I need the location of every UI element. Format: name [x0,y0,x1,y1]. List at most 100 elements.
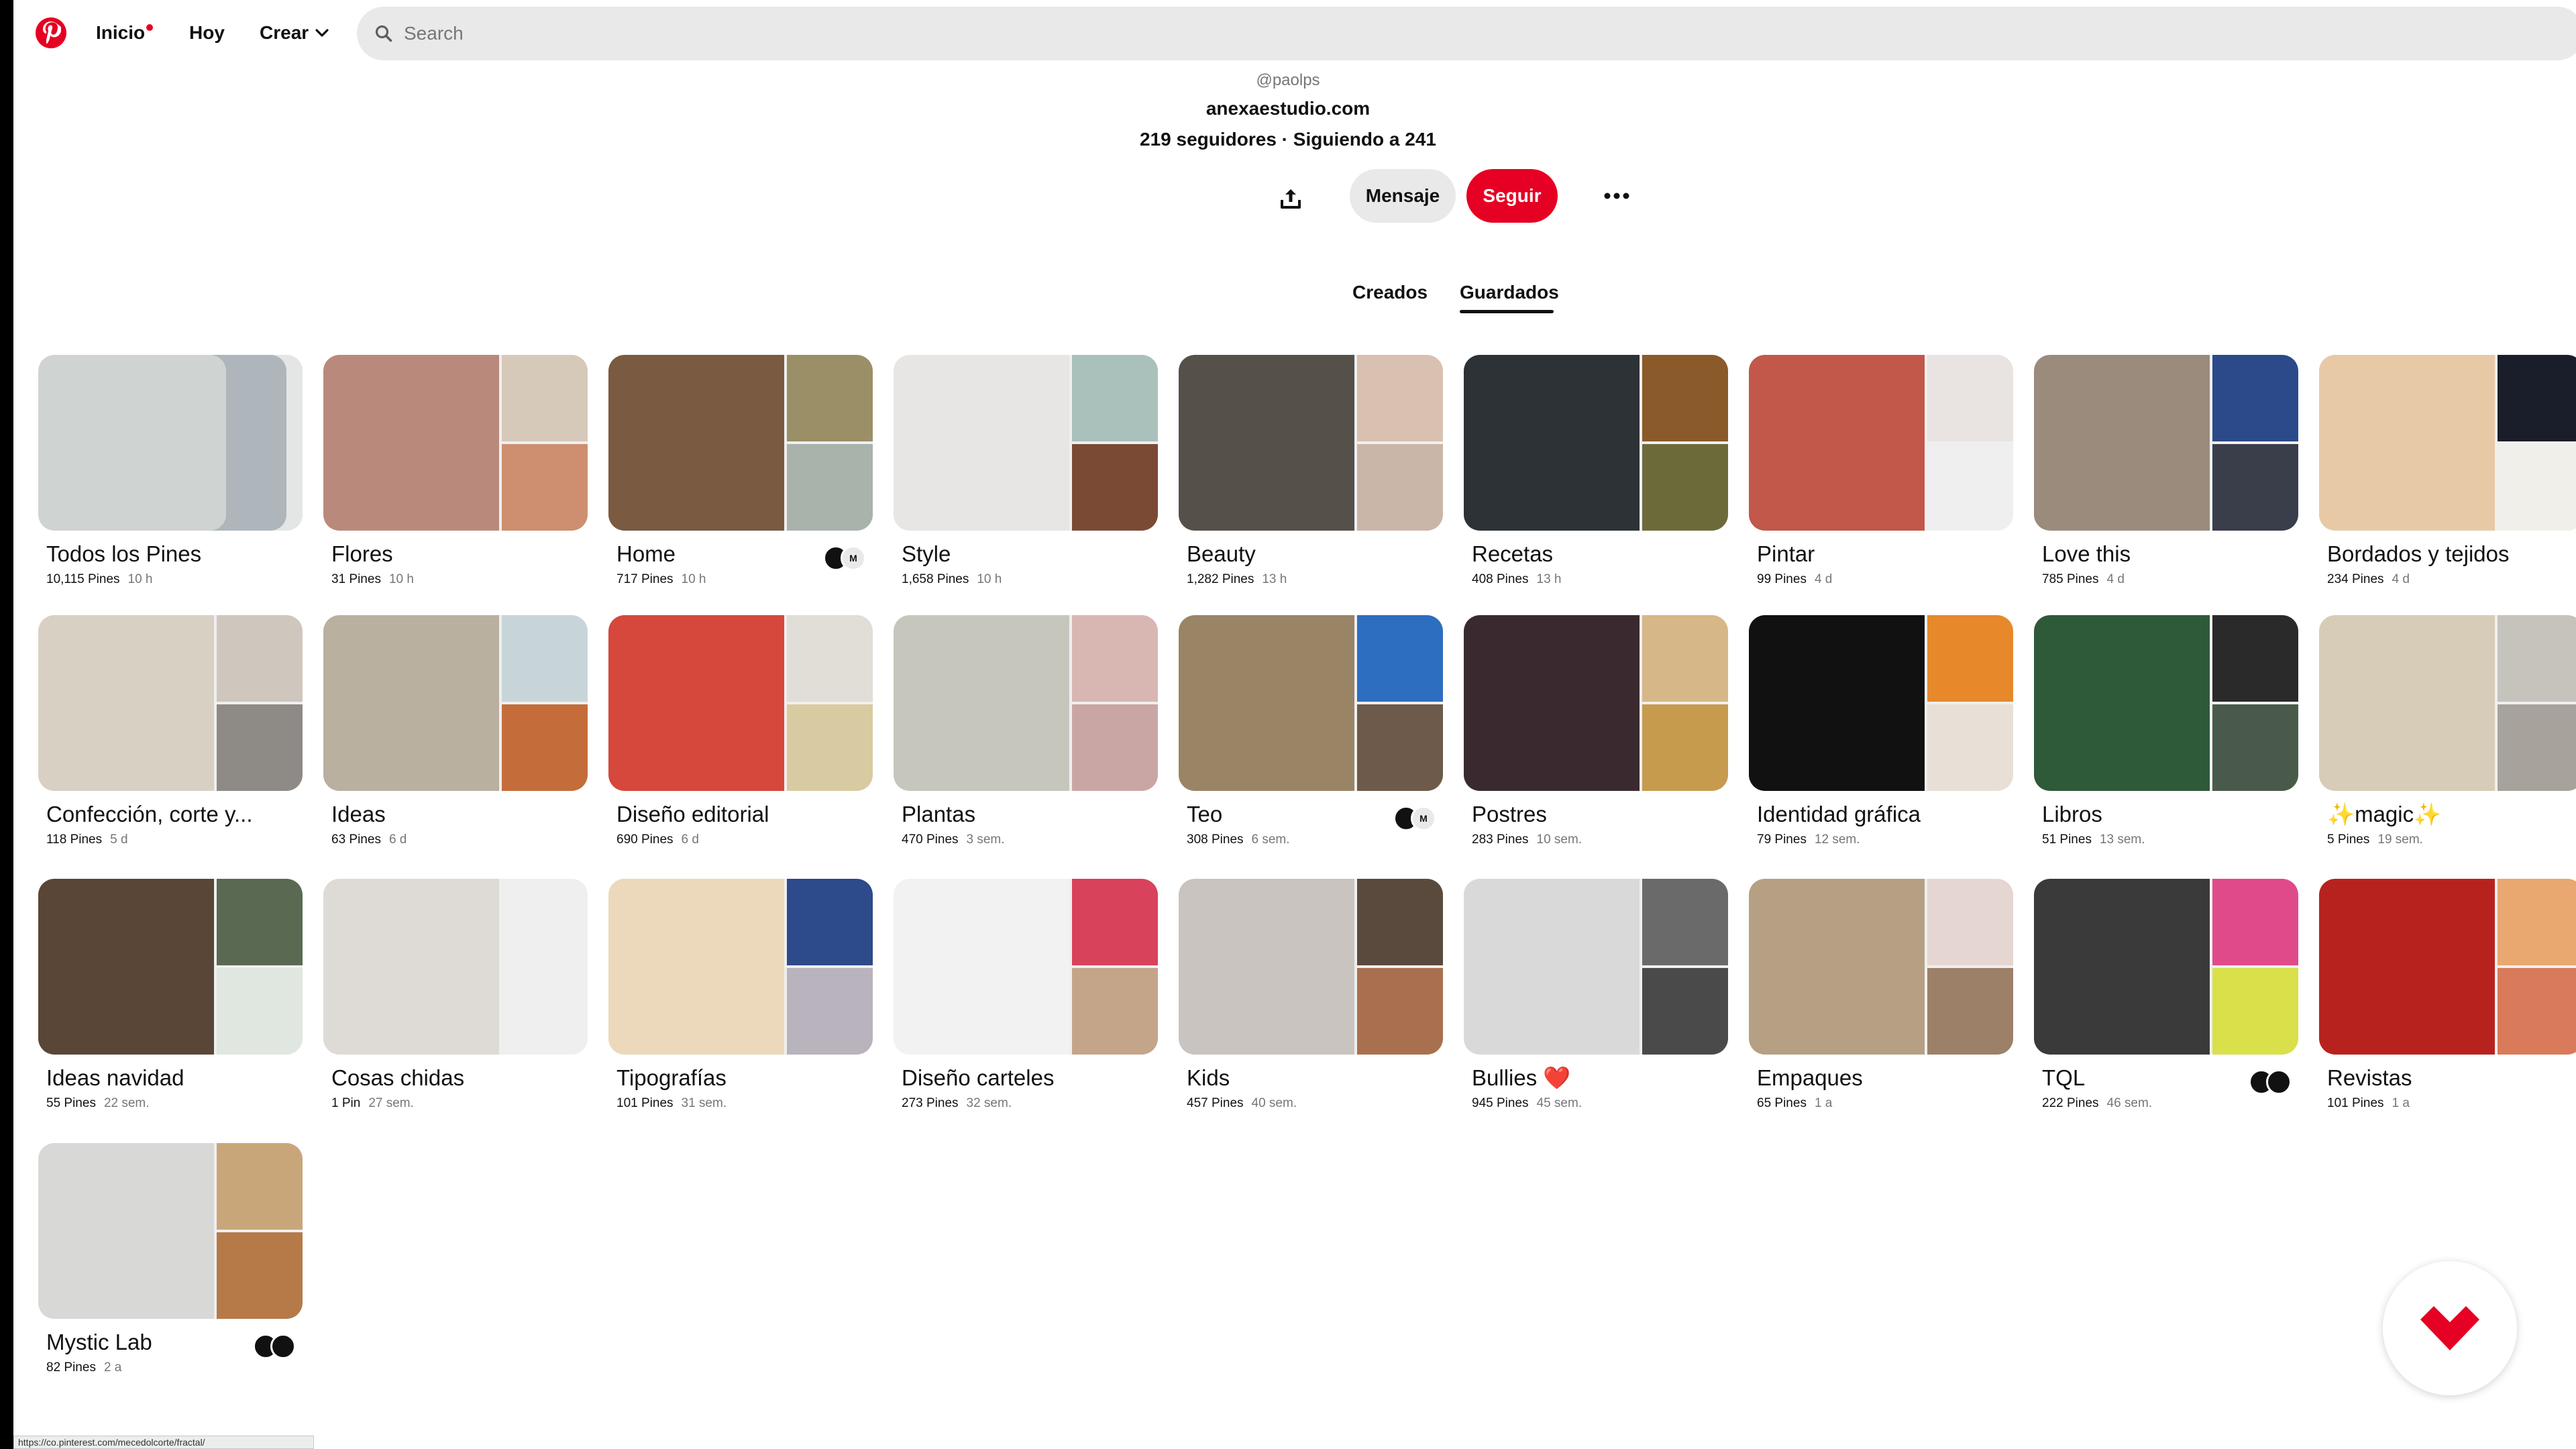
pinterest-logo-icon[interactable] [36,17,66,48]
board-meta: 79 Pines 12 sem. [1757,833,1860,847]
follow-button[interactable]: Seguir [1466,169,1558,223]
board-pin-count: 470 Pines [902,833,959,847]
cover-image [1927,444,2013,531]
board-card[interactable]: Libros 51 Pines 13 sem. [2034,615,2298,847]
cover-image [787,355,873,441]
board-card[interactable]: Pintar 99 Pines 4 d [1749,355,2013,586]
board-updated-time: 4 d [1814,572,1833,586]
board-card[interactable]: Empaques 65 Pines 1 a [1749,879,2013,1110]
board-card[interactable]: Postres 283 Pines 10 sem. [1464,615,1728,847]
board-pin-count: 690 Pines [616,833,674,847]
cover-image [323,879,499,1055]
cover-image [787,444,873,531]
board-cover [38,879,303,1055]
board-card[interactable]: Cosas chidas 1 Pin 27 sem. [323,879,588,1110]
board-card[interactable]: Plantas 470 Pines 3 sem. [894,615,1158,847]
message-button[interactable]: Mensaje [1350,169,1456,223]
board-card[interactable]: Identidad gráfica 79 Pines 12 sem. [1749,615,2013,847]
board-meta: 99 Pines 4 d [1757,572,1832,587]
followers-count[interactable]: 219 seguidores [1140,129,1277,150]
board-card[interactable]: Confección, corte y... 118 Pines 5 d [38,615,303,847]
board-card[interactable]: Beauty 1,282 Pines 13 h [1179,355,1443,586]
board-cover [38,1143,303,1319]
tab-guardados[interactable]: Guardados [1460,282,1559,303]
board-card[interactable]: Ideas 63 Pines 6 d [323,615,588,847]
board-title: Love this [2042,541,2131,566]
board-updated-time: 6 d [681,833,699,847]
board-pin-count: 79 Pines [1757,833,1807,847]
board-cover [894,615,1158,791]
board-title: Bullies ❤️ [1472,1065,1571,1090]
board-updated-time: 13 sem. [2099,833,2145,847]
board-cover [2319,615,2576,791]
board-pin-count: 55 Pines [46,1096,96,1110]
cover-image [217,1232,303,1319]
profile-website-link[interactable]: anexaestudio.com [0,98,2576,119]
board-card[interactable]: Teo 308 Pines 6 sem. M [1179,615,1443,847]
share-button[interactable] [1271,178,1311,219]
board-card[interactable]: Kids 457 Pines 40 sem. [1179,879,1443,1110]
status-bar-url: https://co.pinterest.com/mecedolcorte/fr… [13,1436,314,1449]
board-title: Postres [1472,802,1547,826]
tab-creados[interactable]: Creados [1352,282,1428,303]
board-card[interactable]: Revistas 101 Pines 1 a [2319,879,2576,1110]
board-title: Pintar [1757,541,1815,566]
cover-image [787,615,873,702]
cover-image [2319,355,2495,531]
cover-image [608,355,784,531]
board-updated-time: 13 h [1262,572,1287,586]
board-card[interactable]: Recetas 408 Pines 13 h [1464,355,1728,586]
board-cover [894,355,1158,531]
board-card[interactable]: Todos los Pines 10,115 Pines 10 h [38,355,303,586]
board-card[interactable]: Home 717 Pines 10 h M [608,355,873,586]
board-card[interactable]: Mystic Lab 82 Pines 2 a [38,1143,303,1375]
cover-image [787,879,873,965]
board-pin-count: 51 Pines [2042,833,2092,847]
board-card[interactable]: Flores 31 Pines 10 h [323,355,588,586]
board-meta: 1 Pin 27 sem. [331,1096,414,1111]
cover-image [2498,704,2576,791]
board-card[interactable]: Bordados y tejidos 234 Pines 4 d [2319,355,2576,586]
cover-image [1464,355,1640,531]
cover-image [2212,704,2298,791]
board-card[interactable]: Ideas navidad 55 Pines 22 sem. [38,879,303,1110]
avatar: M [1411,806,1436,831]
cover-image [1927,968,2013,1055]
board-cover [323,879,588,1055]
cover-image [1927,615,2013,702]
board-meta: 1,658 Pines 10 h [902,572,1002,587]
board-title: Ideas [331,802,386,826]
search-input[interactable] [404,23,2416,44]
board-card[interactable]: Bullies ❤️ 945 Pines 45 sem. [1464,879,1728,1110]
nav-inicio[interactable]: Inicio [96,20,145,46]
profile-handle: @paolps [1256,71,1320,89]
board-pin-count: 101 Pines [616,1096,674,1110]
nav-crear[interactable]: Crear [260,20,329,46]
floating-logo-button[interactable] [2383,1261,2517,1395]
board-cover [1749,615,2013,791]
cover-image [1357,879,1443,965]
board-card[interactable]: Love this 785 Pines 4 d [2034,355,2298,586]
board-card[interactable]: ✨magic✨ 5 Pines 19 sem. [2319,615,2576,847]
board-pin-count: 234 Pines [2327,572,2384,586]
board-updated-time: 40 sem. [1251,1096,1297,1110]
following-count[interactable]: Siguiendo a 241 [1293,129,1436,150]
board-pin-count: 945 Pines [1472,1096,1529,1110]
cover-image [502,444,588,531]
search-bar[interactable] [357,7,2576,60]
cover-image [1642,879,1728,965]
board-title: Home [616,541,676,566]
board-meta: 308 Pines 6 sem. [1187,833,1290,847]
board-card[interactable]: Style 1,658 Pines 10 h [894,355,1158,586]
board-title: Recetas [1472,541,1554,566]
board-meta: 10,115 Pines 10 h [46,572,153,587]
board-card[interactable]: Diseño editorial 690 Pines 6 d [608,615,873,847]
more-options-button[interactable] [1597,176,1637,216]
board-card[interactable]: TQL 222 Pines 46 sem. [2034,879,2298,1110]
board-card[interactable]: Tipografías 101 Pines 31 sem. [608,879,873,1110]
board-card[interactable]: Diseño carteles 273 Pines 32 sem. [894,879,1158,1110]
nav-hoy[interactable]: Hoy [189,20,225,46]
cover-image [1072,704,1158,791]
board-meta: 101 Pines 1 a [2327,1096,2410,1111]
board-updated-time: 3 sem. [966,833,1005,847]
